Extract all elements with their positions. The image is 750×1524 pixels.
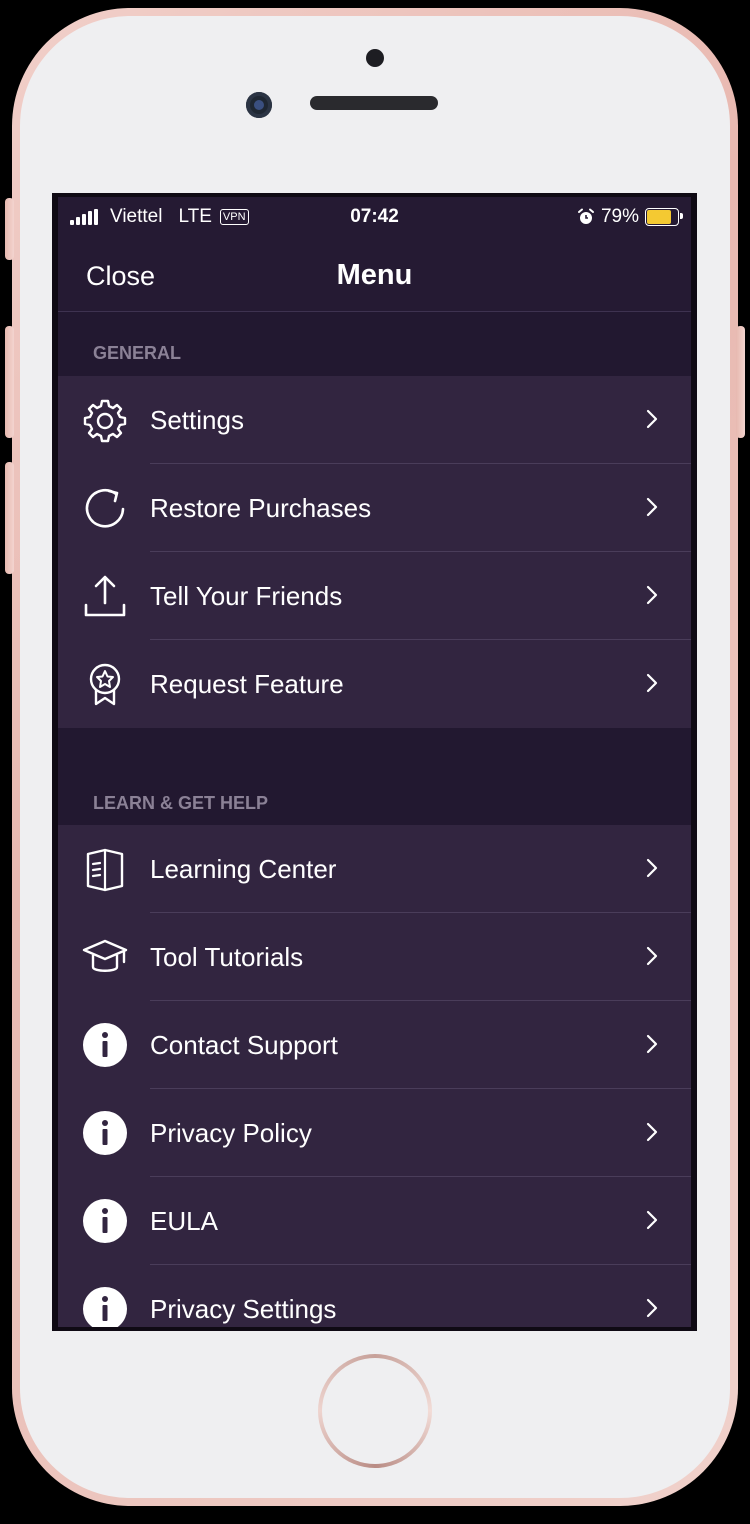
- menu-item-privacy-policy[interactable]: Privacy Policy: [58, 1089, 691, 1177]
- menu-item-privacy-settings[interactable]: Privacy Settings: [58, 1265, 691, 1327]
- menu-item-label: Settings: [150, 405, 244, 435]
- section-title: LEARN & GET HELP: [93, 793, 269, 813]
- volume-down-button: [5, 462, 14, 574]
- menu-item-label: Contact Support: [150, 1030, 338, 1060]
- menu-item-label: Learning Center: [150, 854, 337, 884]
- menu-item-tell-your-friends[interactable]: Tell Your Friends: [58, 552, 691, 640]
- battery-level: [647, 210, 671, 224]
- menu-item-label: Request Feature: [150, 669, 344, 699]
- battery-percent: 79%: [600, 206, 639, 227]
- chevron-right-icon: [646, 858, 658, 878]
- menu-item-label: Restore Purchases: [150, 493, 372, 523]
- menu-item-restore-purchases[interactable]: Restore Purchases: [58, 464, 691, 552]
- info-icon: [83, 1111, 127, 1155]
- section-header-general: GENERAL: [58, 312, 691, 376]
- menu-item-label: Tell Your Friends: [150, 581, 343, 611]
- share-icon: [84, 575, 126, 617]
- menu-item-settings[interactable]: Settings: [58, 376, 691, 464]
- info-icon: [83, 1023, 127, 1067]
- section-header-learn: LEARN & GET HELP: [58, 728, 691, 826]
- mute-switch: [5, 198, 14, 260]
- chevron-right-icon: [646, 1210, 658, 1230]
- chevron-right-icon: [646, 1122, 658, 1142]
- home-button[interactable]: [318, 1354, 432, 1468]
- status-right: 79%: [577, 206, 683, 228]
- battery-icon: [645, 208, 683, 226]
- menu-item-label: Tool Tutorials: [150, 942, 304, 972]
- gear-icon: [83, 399, 127, 443]
- chevron-right-icon: [646, 1034, 658, 1054]
- menu-item-eula[interactable]: EULA: [58, 1177, 691, 1265]
- close-button[interactable]: Close: [86, 261, 155, 292]
- section-title: GENERAL: [93, 343, 182, 363]
- chevron-right-icon: [646, 497, 658, 517]
- info-icon: [83, 1199, 127, 1243]
- refresh-icon: [85, 489, 125, 528]
- chevron-right-icon: [646, 409, 658, 429]
- alarm-icon: [577, 208, 594, 224]
- menu-item-learning-center[interactable]: Learning Center: [58, 825, 691, 913]
- book-icon: [86, 848, 124, 892]
- screen: Viettel LTE VPN 07:42 79% Close Menu GEN…: [52, 193, 697, 1331]
- front-camera: [246, 92, 272, 118]
- earpiece-speaker: [310, 96, 438, 110]
- status-bar: Viettel LTE VPN 07:42 79%: [58, 197, 691, 239]
- navigation-bar: Close Menu: [58, 239, 691, 312]
- chevron-right-icon: [646, 673, 658, 693]
- chevron-right-icon: [646, 585, 658, 605]
- info-icon: [83, 1287, 127, 1327]
- volume-up-button: [5, 326, 14, 438]
- menu-item-tool-tutorials[interactable]: Tool Tutorials: [58, 913, 691, 1001]
- chevron-right-icon: [646, 946, 658, 966]
- menu-item-contact-support[interactable]: Contact Support: [58, 1001, 691, 1089]
- menu-item-label: Privacy Policy: [150, 1118, 312, 1148]
- award-badge-icon: [89, 663, 121, 706]
- app-screen: Viettel LTE VPN 07:42 79% Close Menu GEN…: [58, 197, 691, 1327]
- menu-item-label: Privacy Settings: [150, 1294, 337, 1324]
- chevron-right-icon: [646, 1298, 658, 1318]
- menu-item-request-feature[interactable]: Request Feature: [58, 640, 691, 728]
- proximity-sensor: [366, 49, 384, 67]
- power-button: [736, 326, 745, 438]
- graduation-cap-icon: [82, 939, 128, 972]
- menu-item-label: EULA: [150, 1206, 218, 1236]
